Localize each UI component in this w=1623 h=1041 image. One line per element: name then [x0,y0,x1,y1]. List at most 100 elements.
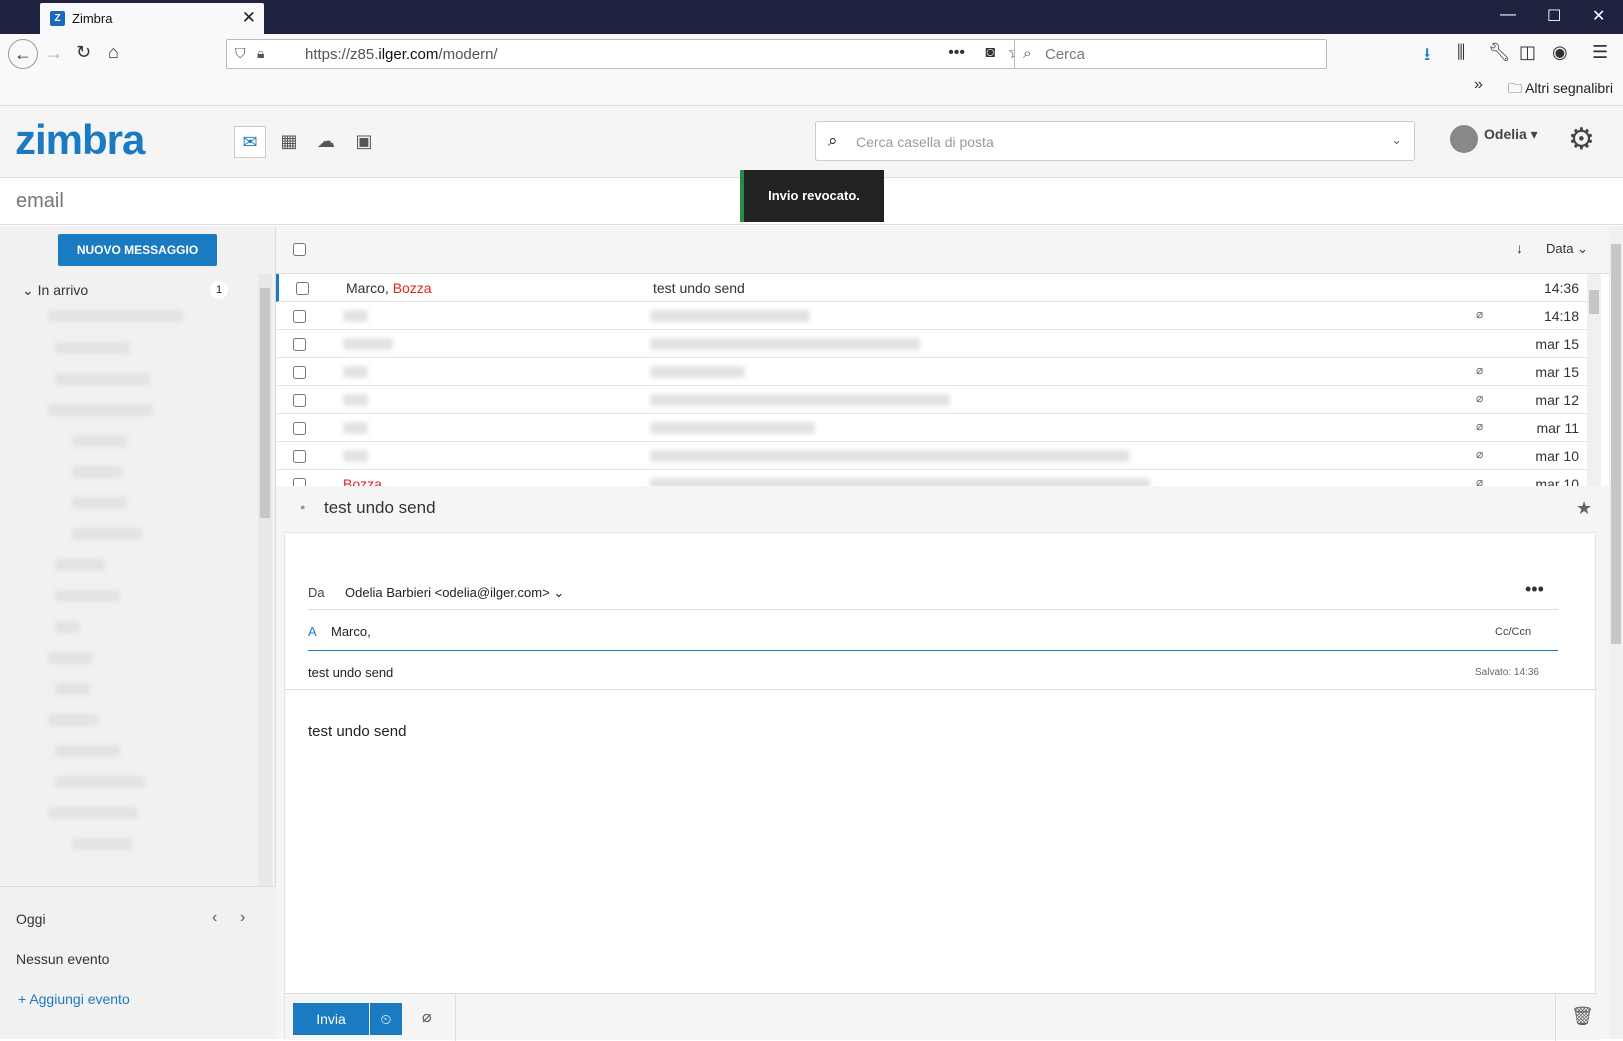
window-close-icon[interactable]: ✕ [1592,6,1605,26]
calendar-app-icon[interactable]: ▦ [273,126,305,158]
mail-search-input[interactable]: ⌕ Cerca casella di posta ⌄ [815,121,1415,161]
gear-icon[interactable]: ⚙ [1568,122,1595,157]
folder-blurred[interactable] [48,807,138,819]
folder-blurred[interactable] [55,559,105,571]
cc-bcc-link[interactable]: Cc/Ccn [1495,626,1531,638]
send-button[interactable]: Invia [293,1003,369,1035]
folder-blurred[interactable] [48,652,93,664]
maximize-icon[interactable]: ☐ [1547,6,1561,26]
row-checkbox[interactable] [293,310,306,323]
mail-app-icon[interactable]: ✉ [234,126,266,158]
folder-blurred[interactable] [55,373,150,385]
chevron-right-icon[interactable]: › [240,909,245,927]
mail-search-placeholder: Cerca casella di posta [856,134,994,150]
list-item[interactable]: ⌀ mar 12 [276,386,1587,414]
to-underline [308,650,1558,651]
chevrons-icon[interactable]: » [1474,76,1483,94]
row-checkbox[interactable] [293,338,306,351]
row-date: mar 10 [1535,448,1579,464]
row-checkbox[interactable] [293,366,306,379]
sidebar-scroll-thumb[interactable] [260,288,270,518]
zimbra-logo[interactable]: zimbra [15,116,145,164]
calendar-panel: Oggi ‹ › Nessun evento + Aggiungi evento [0,886,276,1039]
chevron-down-icon[interactable]: ⌄ [22,282,34,298]
add-event-link[interactable]: + Aggiungi evento [18,991,130,1007]
minimize-icon[interactable]: — [1500,6,1516,24]
folder-blurred[interactable] [72,838,132,850]
sidebar-icon[interactable]: ◫ [1519,42,1536,63]
url-bar[interactable]: ⛉ 🔒︎ https://z85.ilger.com/modern/ ••• ◙… [226,39,1034,69]
page-scroll-thumb[interactable] [1611,244,1621,644]
folder-blurred[interactable] [72,497,127,509]
menu-icon[interactable]: ☰ [1592,42,1608,63]
list-item[interactable]: Marco, Bozza test undo send 14:36 [276,274,1587,302]
tab-close-icon[interactable]: ✕ [242,8,256,28]
list-item[interactable]: ⌀ mar 15 [276,358,1587,386]
user-menu[interactable]: Odelia ▾ [1484,126,1538,143]
sort-by-menu[interactable]: Data ⌄ [1546,241,1588,257]
other-bookmarks[interactable]: 🗀︎ Altri segnalibri [1508,78,1613,102]
wrench-icon[interactable]: 🔧︎ [1488,42,1511,63]
row-checkbox[interactable] [293,422,306,435]
browser-toolbar: ← → ↻ ⌂ ⛉ 🔒︎ https://z85.ilger.com/moder… [0,34,1623,106]
folder-blurred[interactable] [55,745,120,757]
unread-dot-icon[interactable]: ● [300,502,305,512]
library-icon[interactable]: ⫼ [1457,42,1465,63]
from-select[interactable]: Odelia Barbieri <odelia@ilger.com> ⌄ [345,585,564,601]
more-icon[interactable]: ••• [948,44,965,62]
folder-blurred[interactable] [48,404,153,416]
folder-icon: 🗀︎ [1507,80,1522,96]
folder-blurred[interactable] [72,528,142,540]
message-list-scroll-thumb[interactable] [1589,290,1599,314]
browser-search-box[interactable]: ⌕ Cerca [1014,39,1327,69]
chevron-down-icon[interactable]: ⌄ [1391,132,1402,148]
row-date: mar 15 [1535,364,1579,380]
message-body[interactable]: test undo send [308,723,406,740]
url-text: https://z85.ilger.com/modern/ [305,46,498,63]
compose-form: Da Odelia Barbieri <odelia@ilger.com> ⌄ … [284,532,1597,1041]
chevron-left-icon[interactable]: ‹ [212,909,217,927]
folder-blurred[interactable] [55,776,145,788]
row-checkbox[interactable] [296,282,309,295]
row-from-blurred [343,310,368,322]
folder-inbox[interactable]: ⌄ In arrivo [22,282,88,299]
new-message-button[interactable]: NUOVO MESSAGGIO [58,234,217,266]
list-item[interactable]: ⌀ mar 10 [276,442,1587,470]
folder-blurred[interactable] [48,714,98,726]
subject-field[interactable]: test undo send [308,665,393,680]
folder-blurred[interactable] [55,621,80,633]
folder-blurred[interactable] [55,683,90,695]
row-checkbox[interactable] [293,478,306,486]
trash-icon[interactable]: 🗑︎ [1571,1006,1594,1027]
star-icon[interactable]: ★ [1576,498,1592,519]
home-icon[interactable]: ⌂ [108,42,119,63]
forward-icon[interactable]: → [45,43,63,64]
folder-blurred[interactable] [48,310,183,322]
browser-tab[interactable]: Z Zimbra ✕ [40,3,264,34]
briefcase-cloud-icon[interactable]: ☁ [310,126,342,158]
to-field[interactable]: Marco, [331,624,371,639]
list-item[interactable]: ⌀ mar 11 [276,414,1587,442]
list-item[interactable]: mar 15 [276,330,1587,358]
row-date: mar 10 [1535,476,1579,486]
folder-blurred[interactable] [72,435,127,447]
folder-blurred[interactable] [55,590,120,602]
avatar[interactable] [1450,125,1478,153]
attach-icon[interactable]: ⌀ [422,1007,432,1027]
back-icon[interactable]: ← [8,39,38,69]
contacts-app-icon[interactable]: ▣ [348,126,380,158]
folder-blurred[interactable] [55,342,130,354]
schedule-send-icon[interactable]: ⏲ [370,1003,402,1035]
select-all-checkbox[interactable] [293,243,306,256]
folder-blurred[interactable] [72,466,122,478]
download-icon[interactable]: ⭳ [1424,42,1430,72]
sort-direction-icon[interactable]: ↓ [1516,240,1523,256]
more-options-icon[interactable]: ••• [1525,579,1544,600]
pocket-icon[interactable]: ◙ [985,44,995,62]
row-checkbox[interactable] [293,450,306,463]
account-icon[interactable]: ◉ [1552,42,1568,63]
row-checkbox[interactable] [293,394,306,407]
reload-icon[interactable]: ↻ [76,42,91,63]
list-item[interactable]: ⌀ 14:18 [276,302,1587,330]
list-item[interactable]: Bozza ⌀ mar 10 [276,470,1587,486]
